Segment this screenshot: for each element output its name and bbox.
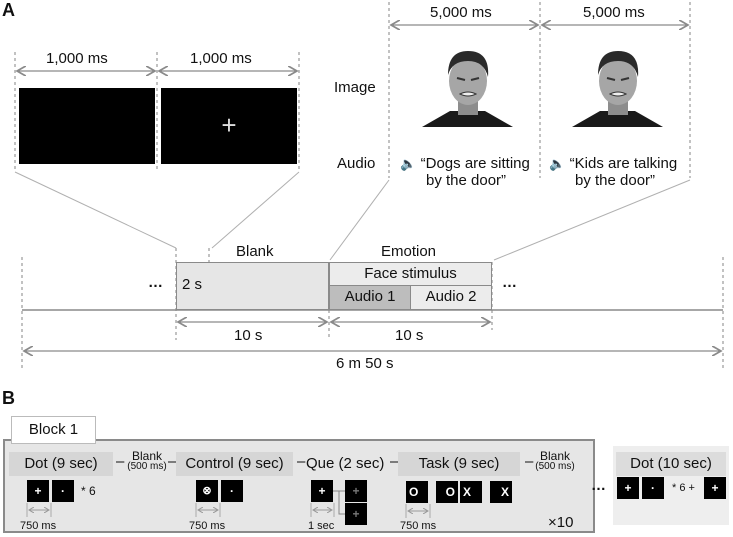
task-timing-label: 750 ms (400, 520, 437, 532)
control-timing-label: 750 ms (189, 520, 226, 532)
dot-timing-label: 750 ms (20, 520, 57, 532)
final-plus-square: + (617, 477, 639, 499)
final-dot-header: Dot (10 sec) (616, 452, 726, 476)
final-end-plus-square: + (704, 477, 726, 499)
final-dot-square: · (642, 477, 664, 499)
block-ellipsis: … (591, 477, 606, 494)
que-timing-label: 1 sec (308, 520, 335, 532)
repeat-count-label: ×10 (548, 514, 574, 531)
final-repeat-label: * 6 + (672, 482, 695, 494)
que-branch-lines (333, 490, 345, 515)
